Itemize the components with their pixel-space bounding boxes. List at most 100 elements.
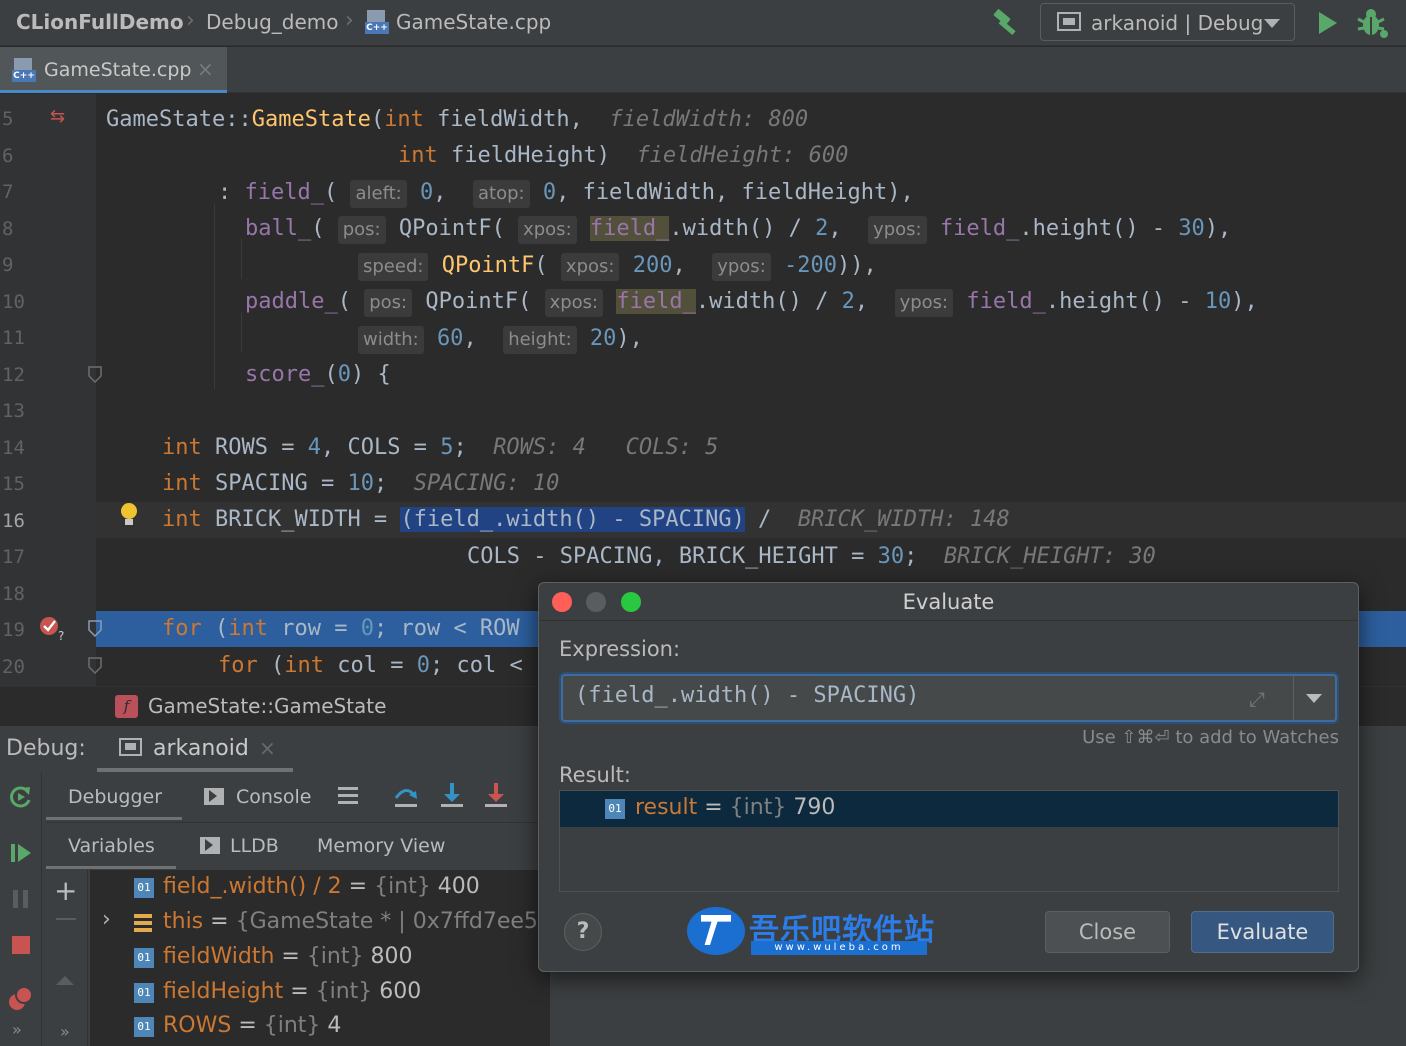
step-over-icon[interactable]: [393, 782, 419, 810]
editor-gutter[interactable]: 5 6 7 8 9 10 11 12 13 14 15 16 17 18 19 …: [0, 94, 137, 686]
watch-hint: Use ⇧⌘⏎ to add to Watches: [1082, 727, 1339, 748]
step-into-icon[interactable]: [439, 782, 465, 810]
variable-row[interactable]: › this = {GameState * | 0x7ffd7ee5a: [90, 907, 551, 942]
breakpoint-icon[interactable]: ?: [38, 614, 70, 642]
more-actions-icon[interactable]: »: [60, 1022, 70, 1041]
inline-value-hint: SPACING: 10: [413, 471, 560, 496]
debugger-subtabs: Variables LLDB Memory View: [46, 822, 546, 869]
int-variable-icon: 01: [134, 878, 154, 898]
expression-input[interactable]: (field_.width() - SPACING) ⤢: [561, 674, 1337, 722]
breadcrumb-project[interactable]: CLionFullDemo: [16, 10, 184, 34]
variable-row[interactable]: 01 ROWS = {int} 4: [90, 1011, 550, 1046]
tab-label: Debugger: [68, 786, 163, 808]
breadcrumb-folder[interactable]: Debug_demo: [206, 10, 339, 34]
tab-lldb[interactable]: LLDB: [230, 835, 279, 857]
frames-menu-icon[interactable]: [336, 784, 360, 808]
remove-watch-icon[interactable]: [56, 918, 76, 920]
rerun-icon[interactable]: [8, 784, 34, 810]
code-line-16: int BRICK_WIDTH = (field_.width() - SPAC…: [162, 507, 1010, 532]
variables-toolbar: + »: [46, 870, 88, 1046]
tab-console[interactable]: Console: [236, 786, 311, 808]
expand-chevron-icon[interactable]: ›: [102, 907, 111, 932]
code-line-5: GameState::GameState(int fieldWidth, fie…: [106, 107, 809, 132]
pause-icon[interactable]: [8, 886, 34, 912]
line-number: 6: [2, 145, 14, 167]
breadcrumb-function[interactable]: GameState::GameState: [148, 694, 386, 718]
line-number: 9: [2, 254, 14, 276]
code-line-9: speed: QPointF( xpos: 200, ypos: -200)),: [358, 248, 877, 284]
fold-marker-icon[interactable]: [88, 657, 102, 675]
line-number: 8: [2, 218, 14, 240]
debug-session-tab[interactable]: arkanoid ×: [97, 726, 293, 772]
variable-row[interactable]: 01 fieldWidth = {int} 800: [90, 942, 550, 977]
help-button[interactable]: ?: [564, 913, 602, 951]
result-row[interactable]: 01 result = {int} 790: [560, 791, 1338, 827]
tab-memory-view[interactable]: Memory View: [317, 835, 445, 857]
parameter-hint: xpos:: [518, 216, 577, 244]
indent-guide: [241, 239, 242, 279]
code-line-20: for (int col = 0; col <: [218, 653, 523, 678]
fold-marker-icon[interactable]: [88, 366, 102, 384]
parameter-hint: pos:: [364, 289, 413, 317]
resume-icon[interactable]: [8, 840, 34, 866]
parameter-hint: speed:: [358, 253, 429, 281]
chevron-right-icon: ›: [186, 8, 195, 33]
add-watch-icon[interactable]: +: [54, 874, 77, 907]
run-icon[interactable]: [1316, 10, 1340, 36]
expand-editor-icon[interactable]: ⤢: [1249, 687, 1265, 711]
debug-bug-icon[interactable]: [1356, 7, 1390, 39]
close-session-icon[interactable]: ×: [259, 736, 276, 760]
svg-text:?: ?: [58, 629, 64, 642]
debugger-toolbar: Debugger Console: [46, 772, 546, 820]
run-configuration-selector[interactable]: arkanoid | Debug: [1040, 3, 1295, 41]
history-dropdown-button[interactable]: [1293, 676, 1335, 720]
parameter-hint: ypos:: [868, 216, 927, 244]
debug-side-toolbar: »: [0, 772, 42, 1046]
chevron-down-icon: [1264, 19, 1280, 28]
chevron-right-icon: ›: [345, 8, 354, 33]
result-tree[interactable]: 01 result = {int} 790: [559, 790, 1339, 892]
variables-list[interactable]: 01 field_.width() / 2 = {int} 400 › this…: [90, 870, 551, 1046]
code-line-7: : field_( aleft: 0, atop: 0, fieldWidth,…: [218, 175, 914, 211]
variable-row[interactable]: 01 field_.width() / 2 = {int} 400: [90, 872, 550, 907]
indent-guide: [214, 204, 215, 389]
line-number: 12: [2, 364, 25, 386]
variable-row[interactable]: 01 fieldHeight = {int} 600: [90, 977, 550, 1012]
build-hammer-icon[interactable]: [990, 7, 1022, 39]
tab-variables[interactable]: Variables: [46, 823, 176, 869]
breadcrumb-file[interactable]: GameState.cpp: [396, 10, 551, 34]
close-button[interactable]: Close: [1045, 911, 1170, 953]
stop-icon[interactable]: [8, 932, 34, 958]
tab-label: Variables: [68, 835, 155, 857]
parameter-hint: xpos:: [544, 289, 604, 317]
view-breakpoints-icon[interactable]: [6, 984, 36, 1014]
expression-value[interactable]: (field_.width() - SPACING): [575, 683, 919, 708]
code-line-17: COLS - SPACING, BRICK_HEIGHT = 30; BRICK…: [467, 544, 1156, 569]
close-window-button[interactable]: [552, 592, 572, 612]
evaluate-dialog: Evaluate Expression: (field_.width() - S…: [538, 582, 1359, 972]
force-step-into-icon[interactable]: [483, 782, 509, 810]
tab-gamestate-cpp[interactable]: C++ GameState.cpp ×: [0, 47, 227, 93]
override-arrows-icon[interactable]: ⇆: [50, 106, 65, 127]
editor-tab-bar: C++ GameState.cpp ×: [0, 47, 1406, 93]
inline-value-hint: BRICK_HEIGHT: 30: [943, 544, 1156, 569]
lightbulb-icon[interactable]: [118, 501, 140, 529]
zoom-window-button[interactable]: [621, 592, 641, 612]
parameter-hint: height:: [503, 326, 577, 354]
close-tab-icon[interactable]: ×: [197, 57, 214, 81]
more-actions-icon[interactable]: »: [12, 1020, 22, 1039]
move-up-icon[interactable]: [56, 976, 74, 985]
cpp-file-icon: C++: [365, 10, 389, 34]
minimize-window-button[interactable]: [586, 592, 606, 612]
cpp-file-icon: C++: [12, 58, 36, 82]
inline-value-hint: fieldWidth: 800: [609, 107, 809, 132]
tab-debugger[interactable]: Debugger: [46, 772, 182, 820]
result-label: Result:: [559, 763, 631, 787]
parameter-hint: ypos:: [894, 289, 954, 317]
code-line-10: paddle_( pos: QPointF( xpos: field_.widt…: [245, 284, 1258, 320]
fold-marker-icon[interactable]: [88, 620, 102, 638]
evaluate-button[interactable]: Evaluate: [1191, 911, 1334, 953]
parameter-hint: width:: [358, 326, 424, 354]
tab-label: GameState.cpp: [44, 59, 192, 81]
code-line-11: width: 60, height: 20),: [358, 321, 643, 357]
